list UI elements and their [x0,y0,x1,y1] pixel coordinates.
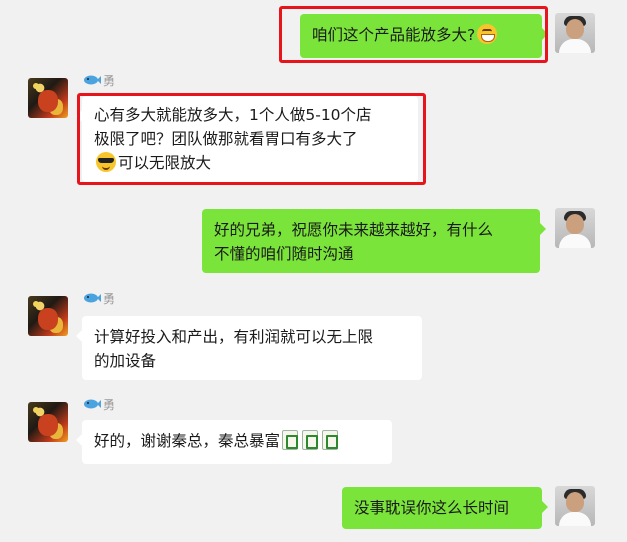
highlight-box [77,93,426,185]
my-avatar[interactable] [555,13,595,53]
message-line: 计算好投入和产出，有利润就可以无上限 [94,328,374,346]
sender-name: 勇 [83,396,115,412]
mahjong-tile-icon [282,430,299,450]
fish-icon [84,75,101,85]
mahjong-tile-icon [302,430,319,450]
fish-icon [84,293,101,303]
contact-message-bubble[interactable]: 好的，谢谢秦总，秦总暴富 [76,420,392,464]
my-message-bubble[interactable]: 好的兄弟，祝愿你未来越来越好，有什么 不懂的咱们随时沟通 [202,209,546,273]
my-avatar[interactable] [555,486,595,526]
message-line: 好的兄弟，祝愿你未来越来越好，有什么 [214,221,494,239]
message-text: 好的，谢谢秦总，秦总暴富 [94,432,281,450]
my-avatar[interactable] [555,208,595,248]
sender-name: 勇 [83,72,115,88]
message-text: 没事耽误你这么长时间 [354,499,510,517]
message-line: 的加设备 [94,352,157,370]
contact-avatar[interactable] [28,78,68,118]
highlight-box [279,6,548,63]
my-message-bubble[interactable]: 没事耽误你这么长时间 [342,487,548,529]
sender-name: 勇 [83,290,115,306]
contact-avatar[interactable] [28,296,68,336]
contact-avatar[interactable] [28,402,68,442]
mahjong-tile-icon [322,430,339,450]
contact-message-bubble[interactable]: 计算好投入和产出，有利润就可以无上限 的加设备 [76,316,422,380]
message-line: 不懂的咱们随时沟通 [214,245,354,263]
fish-icon [84,399,101,409]
